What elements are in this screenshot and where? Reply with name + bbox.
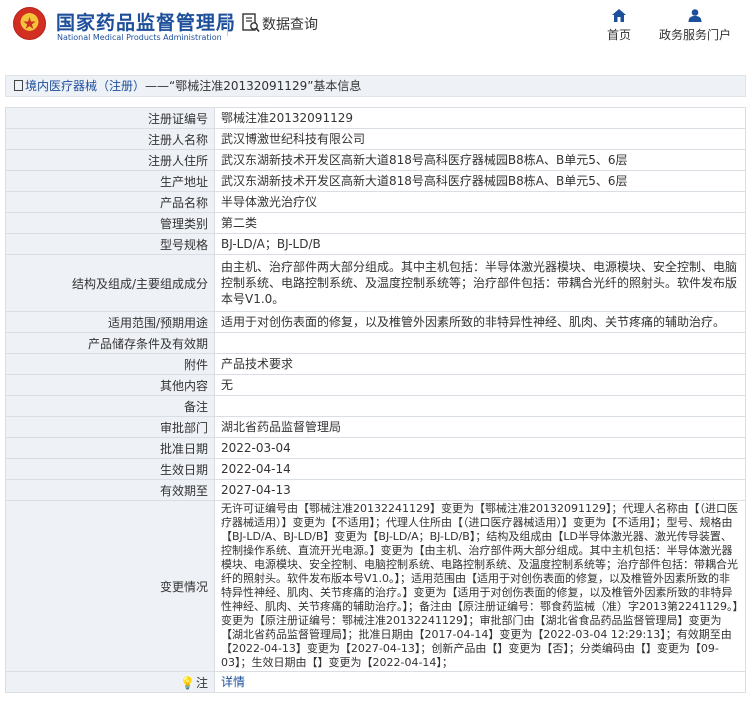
table-row: 注册人住所 武汉东湖新技术开发区高新大道818号高科医疗器械园B8栋A、B单元5… [5, 149, 746, 171]
field-label: 生效日期 [5, 458, 215, 480]
field-value: 适用于对创伤表面的修复，以及椎管外因素所致的非特异性神经、肌肉、关节疼痛的辅助治… [214, 311, 746, 333]
table-row: 型号规格 BJ-LD/A；BJ-LD/B [5, 233, 746, 255]
breadcrumb-dash: —— [145, 79, 170, 93]
table-row: 有效期至 2027-04-13 [5, 479, 746, 501]
national-emblem-logo[interactable] [13, 7, 46, 40]
field-label: 产品名称 [5, 191, 215, 213]
site-name-en: National Medical Products Administration [57, 33, 222, 42]
note-value-cell: 详情 [214, 671, 746, 693]
table-row: 注册证编号 鄂械注准20132091129 [5, 107, 746, 129]
nav-home[interactable]: 首页 [602, 9, 636, 43]
field-label: 变更情况 [5, 500, 215, 672]
home-icon [612, 9, 626, 22]
data-query-icon [242, 13, 260, 33]
field-value: 第二类 [214, 212, 746, 234]
field-value: 2022-03-04 [214, 437, 746, 459]
note-label-cell: 💡注 [5, 671, 215, 693]
field-value: 湖北省药品监督管理局 [214, 416, 746, 438]
field-value: BJ-LD/A；BJ-LD/B [214, 233, 746, 255]
table-row: 结构及组成/主要组成成分 由主机、治疗部件两大部分组成。其中主机包括：半导体激光… [5, 254, 746, 312]
field-label: 批准日期 [5, 437, 215, 459]
field-value: 半导体激光治疗仪 [214, 191, 746, 213]
document-icon [14, 80, 23, 91]
field-value: 2027-04-13 [214, 479, 746, 501]
field-label: 有效期至 [5, 479, 215, 501]
field-label: 生产地址 [5, 170, 215, 192]
table-row: 注册人名称 武汉博激世纪科技有限公司 [5, 128, 746, 150]
nav-home-label: 首页 [606, 28, 631, 42]
table-row: 生产地址 武汉东湖新技术开发区高新大道818号高科医疗器械园B8栋A、B单元5、… [5, 170, 746, 192]
field-label: 产品储存条件及有效期 [5, 332, 215, 354]
field-value: 武汉博激世纪科技有限公司 [214, 128, 746, 150]
field-value: 产品技术要求 [214, 353, 746, 375]
field-value [214, 395, 746, 417]
note-label: 注 [195, 675, 208, 690]
detail-table: 注册证编号 鄂械注准20132091129 注册人名称 武汉博激世纪科技有限公司… [5, 107, 746, 693]
nav-gov-services-label: 政务服务门户 [658, 28, 731, 42]
table-row: 适用范围/预期用途 适用于对创伤表面的修复，以及椎管外因素所致的非特异性神经、肌… [5, 311, 746, 333]
field-value: 由主机、治疗部件两大部分组成。其中主机包括：半导体激光器模块、电源模块、安全控制… [214, 254, 746, 312]
table-row: 产品储存条件及有效期 [5, 332, 746, 354]
site-name-cn[interactable]: 国家药品监督管理局 [56, 8, 236, 35]
field-label: 注册证编号 [5, 107, 215, 129]
table-row: 管理类别 第二类 [5, 212, 746, 234]
nav-gov-services[interactable]: 政务服务门户 [655, 9, 735, 43]
field-label: 结构及组成/主要组成成分 [5, 254, 215, 312]
table-row: 其他内容 无 [5, 374, 746, 396]
user-icon [688, 9, 702, 22]
field-label: 管理类别 [5, 212, 215, 234]
field-label: 附件 [5, 353, 215, 375]
details-link[interactable]: 详情 [221, 675, 245, 689]
breadcrumb-category[interactable]: 境内医疗器械（注册） [25, 79, 145, 93]
table-row: 变更情况 无许可证编号由【鄂械注准20132241129】变更为【鄂械注准201… [5, 500, 746, 672]
table-row: 附件 产品技术要求 [5, 353, 746, 375]
field-value: 武汉东湖新技术开发区高新大道818号高科医疗器械园B8栋A、B单元5、6层 [214, 170, 746, 192]
table-row: 批准日期 2022-03-04 [5, 437, 746, 459]
field-label: 适用范围/预期用途 [5, 311, 215, 333]
table-row: 审批部门 湖北省药品监督管理局 [5, 416, 746, 438]
field-value: 2022-04-14 [214, 458, 746, 480]
table-row: 生效日期 2022-04-14 [5, 458, 746, 480]
field-label: 其他内容 [5, 374, 215, 396]
header-divider [227, 14, 228, 36]
field-label: 备注 [5, 395, 215, 417]
change-history-value: 无许可证编号由【鄂械注准20132241129】变更为【鄂械注准20132091… [214, 500, 746, 672]
field-value: 鄂械注准20132091129 [214, 107, 746, 129]
breadcrumb: 境内医疗器械（注册）——“鄂械注准20132091129”基本信息 [5, 75, 746, 97]
lightbulb-icon: 💡 [180, 675, 195, 690]
field-label: 注册人名称 [5, 128, 215, 150]
field-label: 注册人住所 [5, 149, 215, 171]
field-value: 武汉东湖新技术开发区高新大道818号高科医疗器械园B8栋A、B单元5、6层 [214, 149, 746, 171]
breadcrumb-title: “鄂械注准20132091129”基本信息 [169, 79, 362, 93]
db-title: 数据查询 [262, 17, 318, 33]
table-row: 💡注 详情 [5, 671, 746, 693]
field-label: 型号规格 [5, 233, 215, 255]
field-label: 审批部门 [5, 416, 215, 438]
table-row: 产品名称 半导体激光治疗仪 [5, 191, 746, 213]
table-row: 备注 [5, 395, 746, 417]
field-value: 无 [214, 374, 746, 396]
field-value [214, 332, 746, 354]
site-header: 国家药品监督管理局 National Medical Products Admi… [0, 0, 749, 58]
